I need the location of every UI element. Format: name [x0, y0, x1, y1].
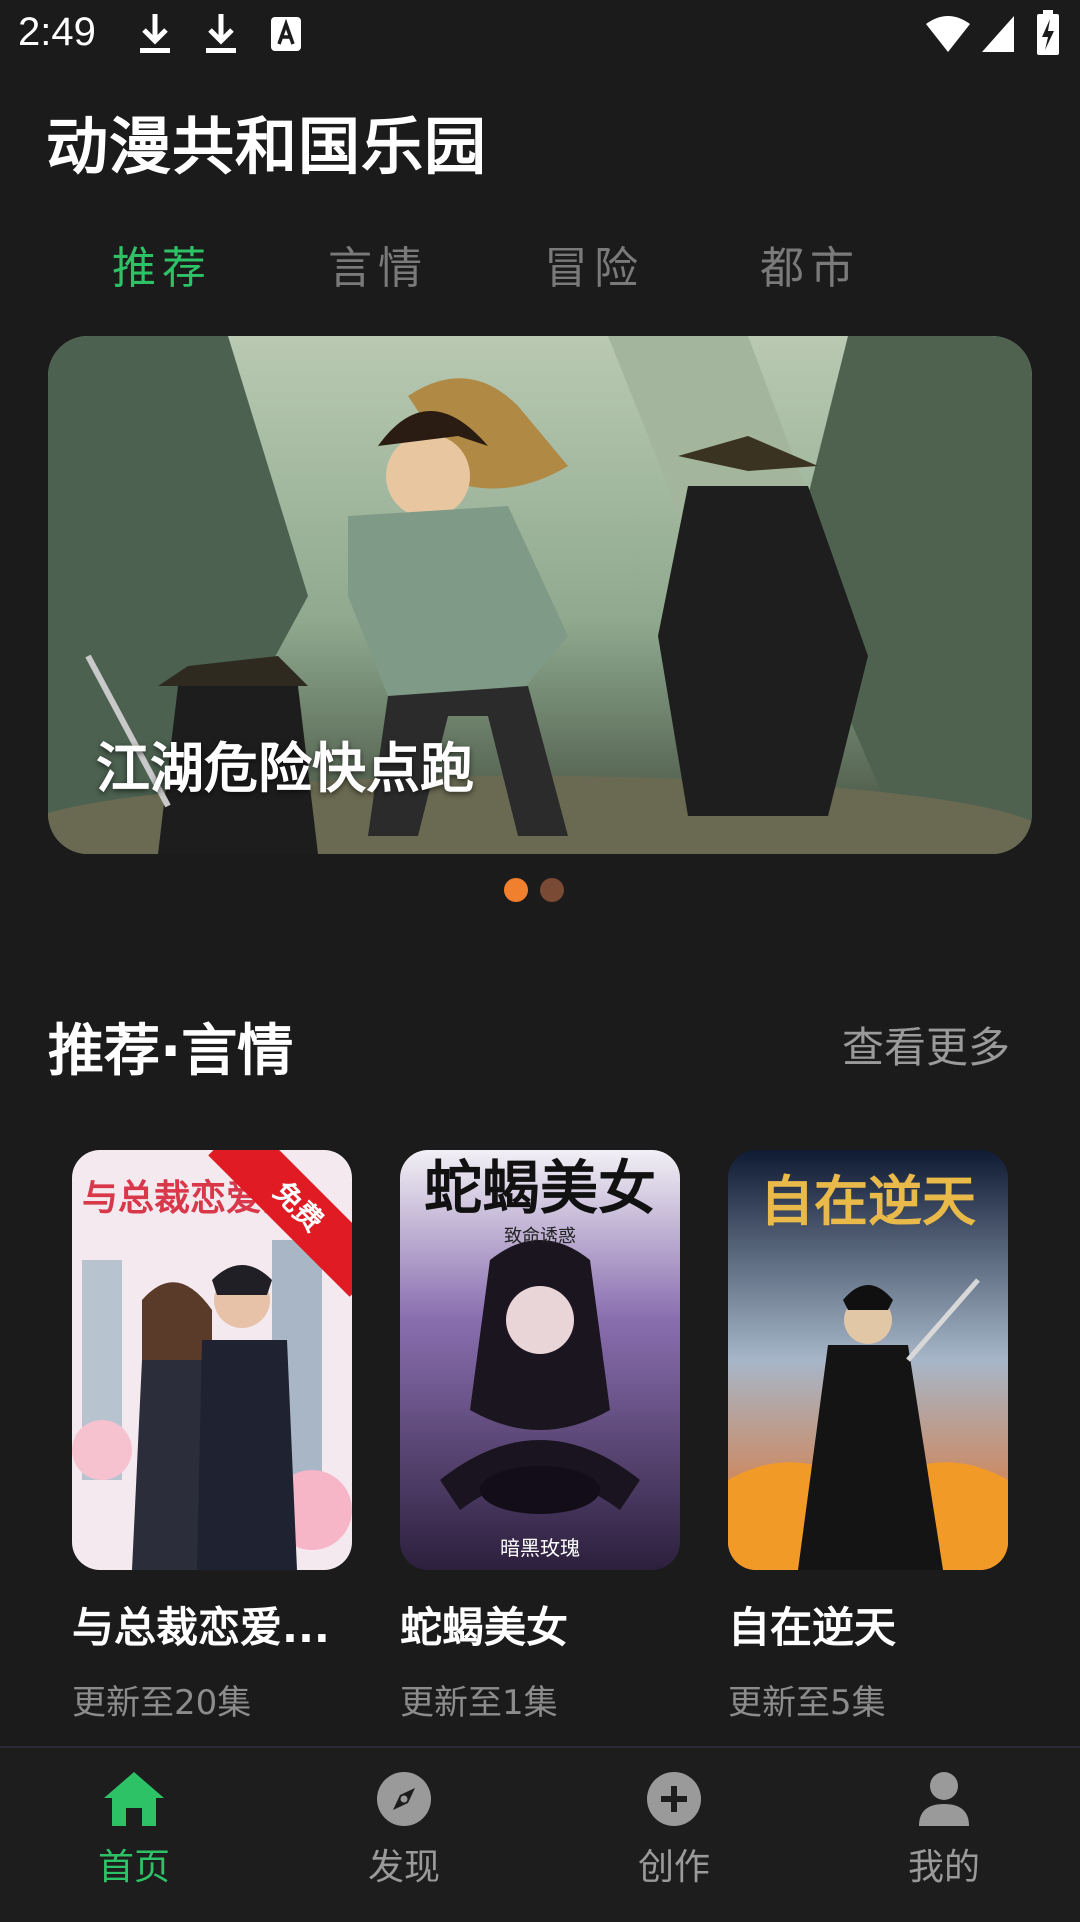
cover-image: 自在逆天 — [728, 1150, 1008, 1570]
section-title: 推荐·言情 — [48, 1019, 294, 1084]
banner-carousel[interactable]: 江湖危险快点跑 — [48, 336, 1032, 854]
cover-subtitle-text: 致命诱惑 — [504, 1226, 576, 1247]
home-icon — [104, 1772, 164, 1826]
cover-footer-text: 暗黑玫瑰 — [500, 1536, 580, 1560]
tab-urban[interactable]: 都市 — [760, 232, 860, 296]
card-episodes: 更新至1集 — [400, 1683, 558, 1723]
comic-card[interactable]: 自在逆天 自在逆天 更新至5集 — [728, 1150, 1008, 1724]
cover-image: 蛇蝎美女 致命诱惑 暗黑玫瑰 — [400, 1150, 680, 1570]
card-episodes: 更新至20集 — [72, 1683, 252, 1723]
card-episodes: 更新至5集 — [728, 1683, 886, 1723]
person-icon — [919, 1772, 969, 1826]
compass-icon — [377, 1772, 431, 1826]
download-icon — [206, 14, 236, 53]
nav-profile[interactable]: 我的 — [844, 1770, 1044, 1890]
comic-card[interactable]: 蛇蝎美女 致命诱惑 暗黑玫瑰 蛇蝎美女 更新至1集 — [400, 1150, 680, 1724]
nav-discover[interactable]: 发现 — [304, 1770, 504, 1890]
see-more-link[interactable]: 查看更多 — [842, 1014, 1010, 1075]
tab-adventure[interactable]: 冒险 — [544, 232, 644, 296]
tab-romance[interactable]: 言情 — [328, 232, 428, 296]
banner-caption: 江湖危险快点跑 — [96, 737, 474, 800]
comic-cover: 自在逆天 — [728, 1150, 1008, 1570]
tab-recommend[interactable]: 推荐 — [112, 232, 212, 296]
nav-label: 发现 — [367, 1847, 440, 1888]
page-title: 动漫共和国乐园 — [46, 110, 488, 183]
battery-icon — [1037, 10, 1059, 55]
font-a-icon — [271, 17, 301, 51]
plus-circle-icon — [647, 1772, 701, 1826]
category-tabs: 推荐 言情 冒险 都市 — [0, 232, 1080, 302]
pager-dot-active — [504, 878, 528, 902]
pager-dot — [540, 878, 564, 902]
card-title: 蛇蝎美女 — [400, 1603, 569, 1652]
download-icon — [140, 14, 170, 53]
comic-cover: 与总裁恋爱的 免费 — [72, 1150, 352, 1570]
status-bar: 2:49 — [0, 0, 1080, 70]
card-title: 与总裁恋爱... — [72, 1603, 330, 1652]
nav-label: 首页 — [97, 1847, 170, 1888]
status-time: 2:49 — [18, 10, 96, 54]
cover-title-text: 自在逆天 — [760, 1169, 976, 1233]
bottom-navigation: 首页 发现 创作 我的 — [0, 1746, 1080, 1922]
signal-icon — [982, 16, 1014, 52]
nav-label: 我的 — [907, 1847, 980, 1888]
comic-cover: 蛇蝎美女 致命诱惑 暗黑玫瑰 — [400, 1150, 680, 1570]
nav-label: 创作 — [637, 1847, 710, 1888]
cover-title-text: 蛇蝎美女 — [424, 1154, 656, 1222]
nav-create[interactable]: 创作 — [574, 1770, 774, 1890]
nav-home[interactable]: 首页 — [34, 1770, 234, 1890]
wifi-icon — [926, 16, 970, 52]
comic-card[interactable]: 与总裁恋爱的 免费 与总裁恋爱... 更新至20集 — [72, 1150, 352, 1724]
card-title: 自在逆天 — [728, 1603, 897, 1652]
